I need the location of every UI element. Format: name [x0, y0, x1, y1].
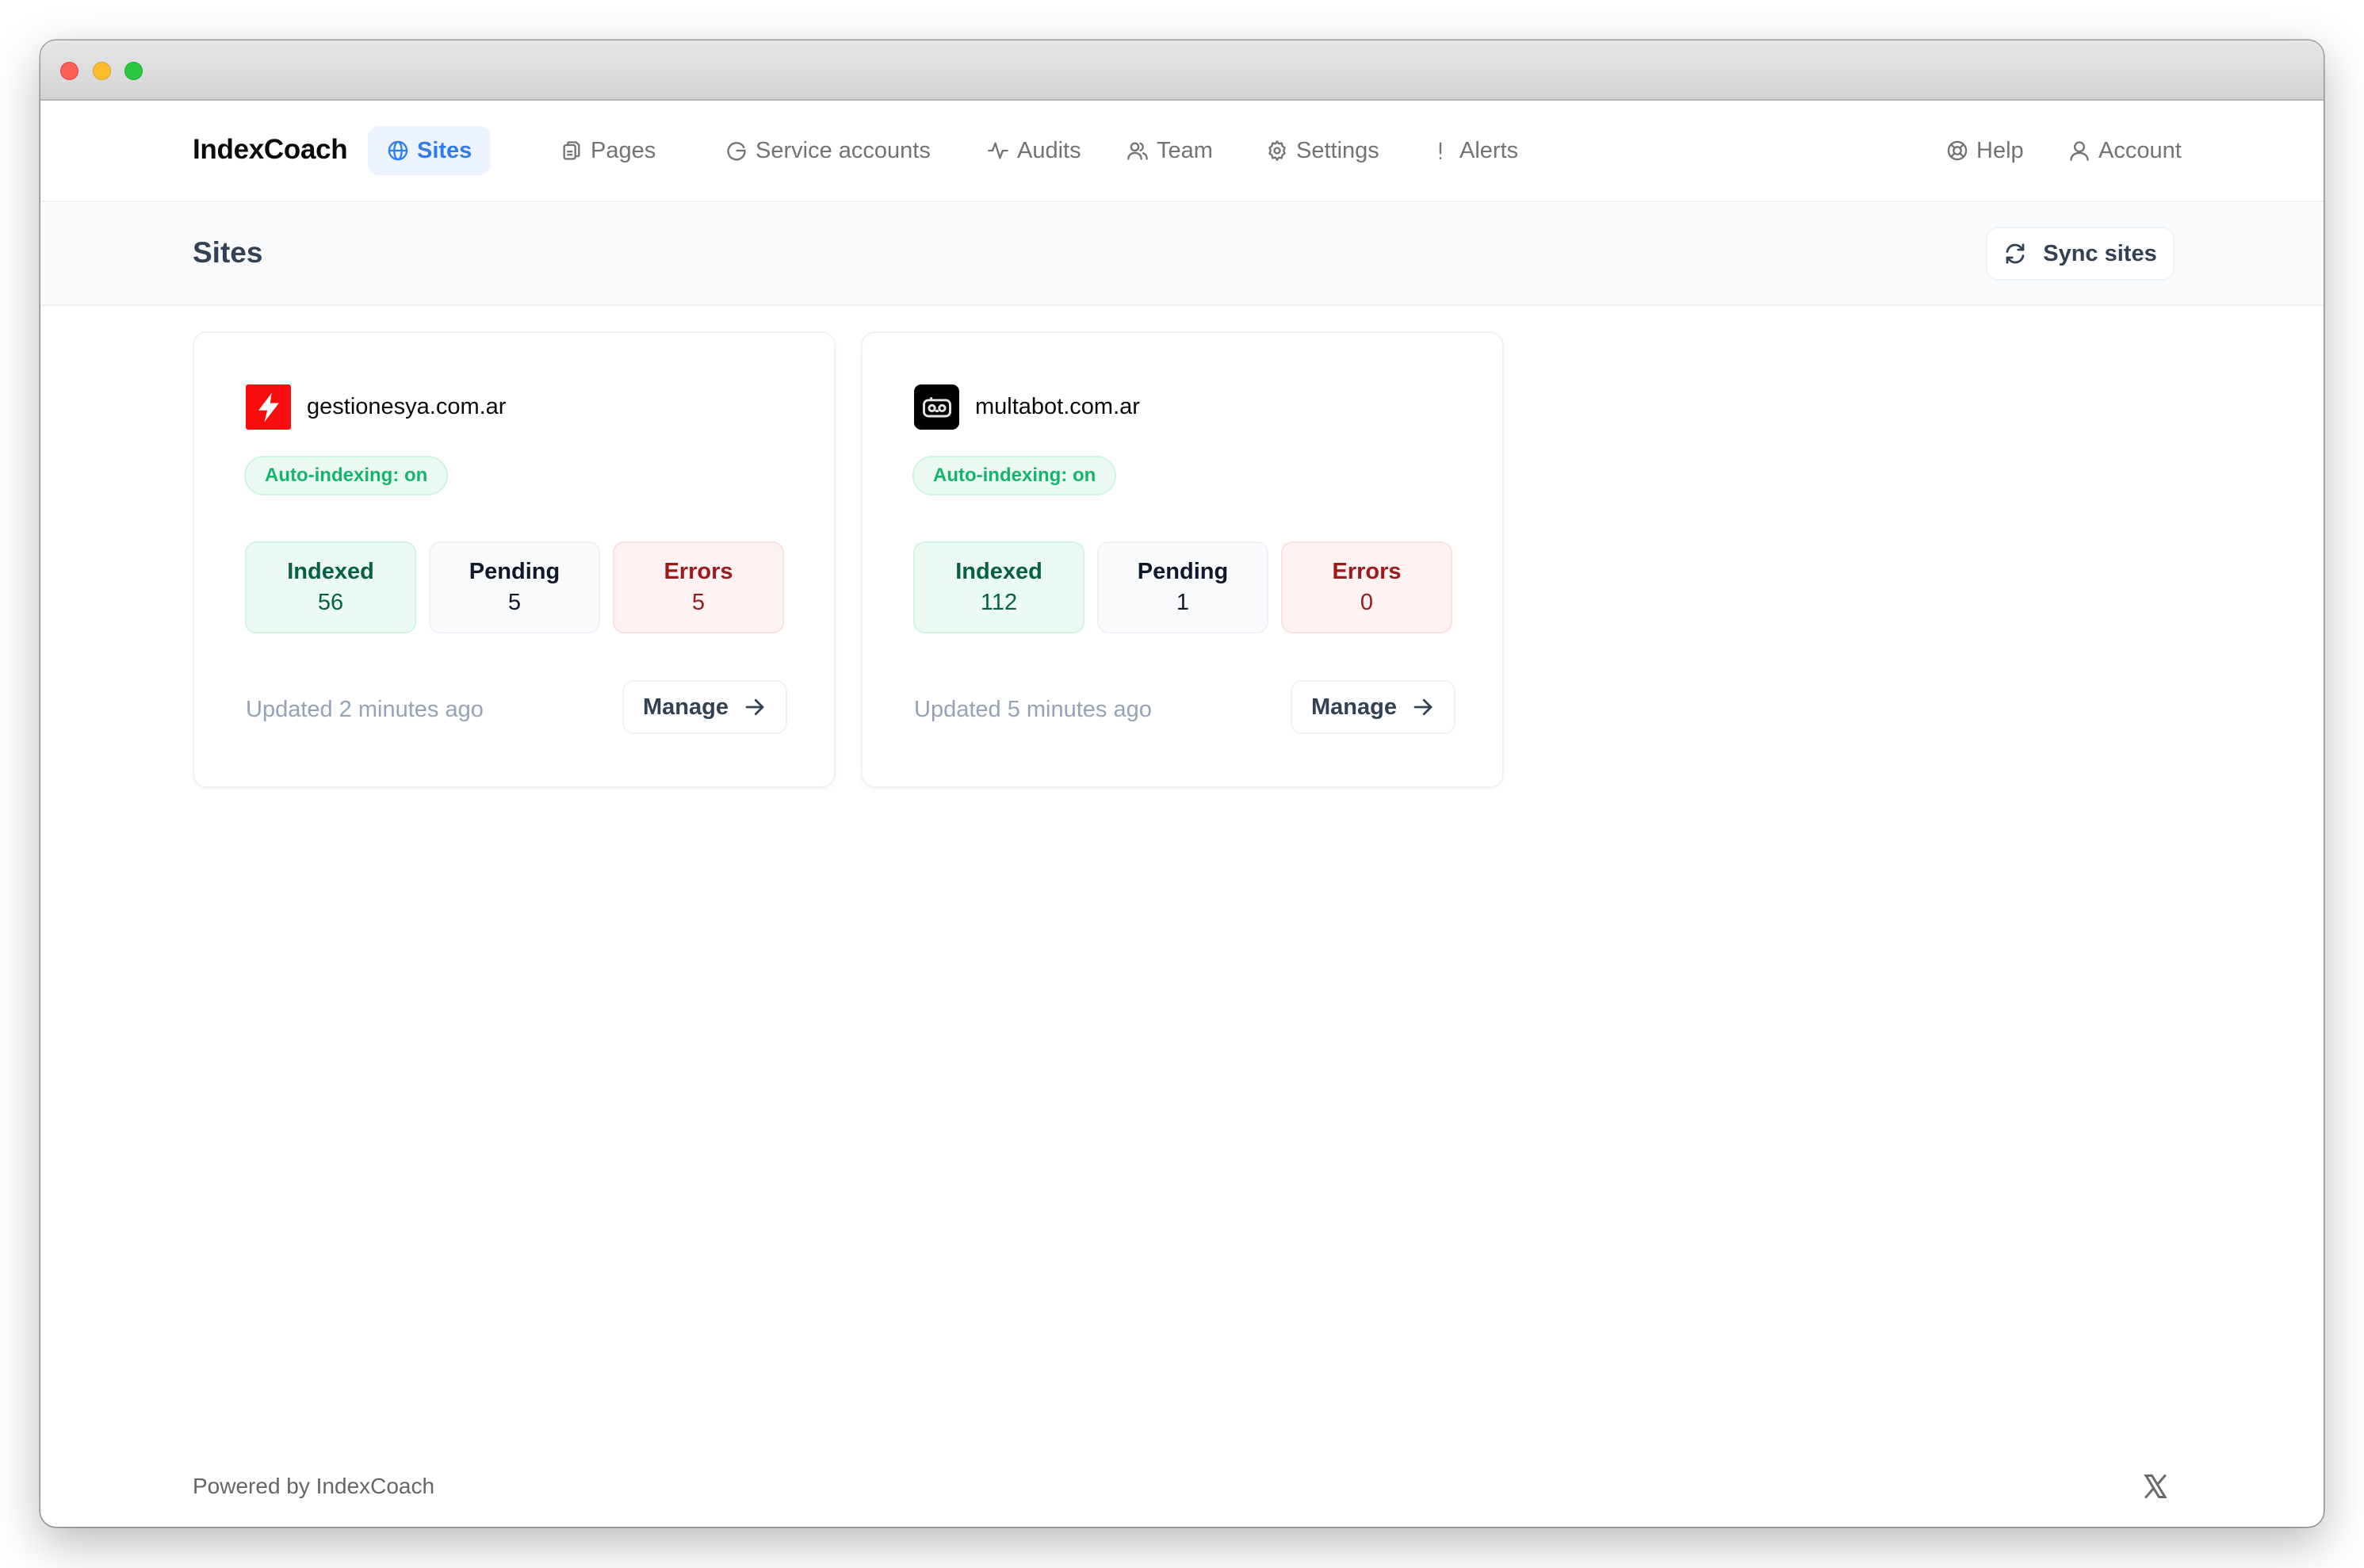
- nav-item-sites[interactable]: Sites: [368, 126, 492, 175]
- stat-label: Pending: [1137, 559, 1229, 584]
- close-window-button[interactable]: [60, 62, 78, 80]
- site-card: gestionesya.com.ar Auto-indexing: on Ind…: [193, 331, 836, 788]
- stat-value: 5: [507, 590, 522, 615]
- nav-item-help[interactable]: Help: [1927, 126, 2043, 175]
- stat-value: 5: [691, 590, 706, 615]
- pending-stat: Pending 1: [1097, 541, 1268, 633]
- brand-logo[interactable]: IndexCoach: [193, 134, 348, 166]
- manage-button[interactable]: Manage: [1291, 680, 1456, 734]
- browser-window: IndexCoach Sites Pages Service accounts …: [40, 40, 2324, 1527]
- stat-label: Errors: [1332, 559, 1402, 584]
- user-icon: [2070, 141, 2089, 161]
- nav-item-label: Pages: [591, 137, 656, 163]
- arrow-right-icon: [1413, 698, 1433, 716]
- manage-label: Manage: [1311, 694, 1397, 720]
- stat-value: 56: [317, 590, 344, 615]
- nav-item-label: Audits: [1017, 137, 1081, 163]
- powered-by-text: Powered by IndexCoach: [193, 1474, 435, 1498]
- stat-label: Pending: [469, 559, 560, 584]
- indexed-stat: Indexed 112: [913, 541, 1084, 633]
- robot-icon: [922, 396, 951, 417]
- errors-stat: Errors 5: [613, 541, 784, 633]
- nav-item-label: Team: [1157, 137, 1213, 163]
- manage-label: Manage: [643, 694, 729, 720]
- nav-item-label: Account: [2098, 137, 2182, 163]
- top-navbar: IndexCoach Sites Pages Service accounts …: [40, 101, 2324, 202]
- nav-item-settings[interactable]: Settings: [1247, 126, 1398, 175]
- sync-sites-button[interactable]: Sync sites: [1986, 227, 2175, 281]
- stat-label: Indexed: [955, 559, 1042, 584]
- site-stats: Indexed 112 Pending 1 Errors 0: [913, 541, 1452, 633]
- auto-indexing-badge: Auto-indexing: on: [912, 456, 1117, 495]
- nav-item-label: Sites: [417, 137, 472, 163]
- x-logo-icon: [2144, 1474, 2167, 1498]
- stat-value: 0: [1360, 590, 1374, 615]
- updated-timestamp: Updated 5 minutes ago: [914, 697, 1152, 722]
- users-icon: [1127, 142, 1148, 160]
- title-bar: [40, 40, 2324, 101]
- nav-item-team[interactable]: Team: [1107, 126, 1232, 175]
- site-favicon: [914, 384, 959, 430]
- site-domain[interactable]: multabot.com.ar: [975, 394, 1140, 420]
- manage-button[interactable]: Manage: [622, 680, 787, 734]
- indexed-stat: Indexed 56: [245, 541, 416, 633]
- files-icon: [563, 141, 580, 160]
- sync-sites-label: Sync sites: [2043, 240, 2157, 266]
- page-title: Sites: [193, 236, 263, 269]
- gear-icon: [1268, 140, 1286, 161]
- site-favicon: [246, 384, 291, 430]
- nav-item-label: Help: [1976, 137, 2024, 163]
- stat-value: 112: [980, 590, 1018, 615]
- exclamation-icon: [1439, 142, 1442, 160]
- errors-stat: Errors 0: [1281, 541, 1452, 633]
- site-stats: Indexed 56 Pending 5 Errors 5: [245, 541, 784, 633]
- nav-item-pages[interactable]: Pages: [541, 126, 675, 175]
- site-card: multabot.com.ar Auto-indexing: on Indexe…: [861, 331, 1504, 788]
- updated-timestamp: Updated 2 minutes ago: [246, 697, 484, 722]
- page-header: Sites Sync sites: [40, 203, 2324, 306]
- nav-item-service-accounts[interactable]: Service accounts: [706, 126, 950, 175]
- site-header: multabot.com.ar: [914, 384, 1140, 430]
- stat-label: Errors: [664, 559, 733, 584]
- arrow-right-icon: [745, 698, 764, 716]
- google-icon: [727, 142, 746, 161]
- nav-item-label: Settings: [1296, 137, 1379, 163]
- nav-item-alerts[interactable]: Alerts: [1410, 126, 1537, 175]
- site-header: gestionesya.com.ar: [246, 384, 506, 430]
- x-social-link[interactable]: [2141, 1472, 2170, 1501]
- nav-item-label: Alerts: [1459, 137, 1519, 163]
- lifebuoy-icon: [1947, 140, 1968, 161]
- pending-stat: Pending 5: [429, 541, 600, 633]
- refresh-icon: [2006, 243, 2025, 264]
- lightning-bolt-icon: [258, 392, 279, 422]
- globe-icon: [388, 140, 408, 161]
- stat-label: Indexed: [287, 559, 374, 584]
- maximize-window-button[interactable]: [124, 62, 143, 80]
- stat-value: 1: [1176, 590, 1190, 615]
- activity-icon: [988, 142, 1008, 159]
- minimize-window-button[interactable]: [93, 62, 111, 80]
- site-domain[interactable]: gestionesya.com.ar: [307, 394, 506, 420]
- nav-item-label: Service accounts: [755, 137, 931, 163]
- nav-item-account[interactable]: Account: [2049, 126, 2201, 175]
- auto-indexing-badge: Auto-indexing: on: [244, 456, 449, 495]
- nav-item-audits[interactable]: Audits: [968, 126, 1100, 175]
